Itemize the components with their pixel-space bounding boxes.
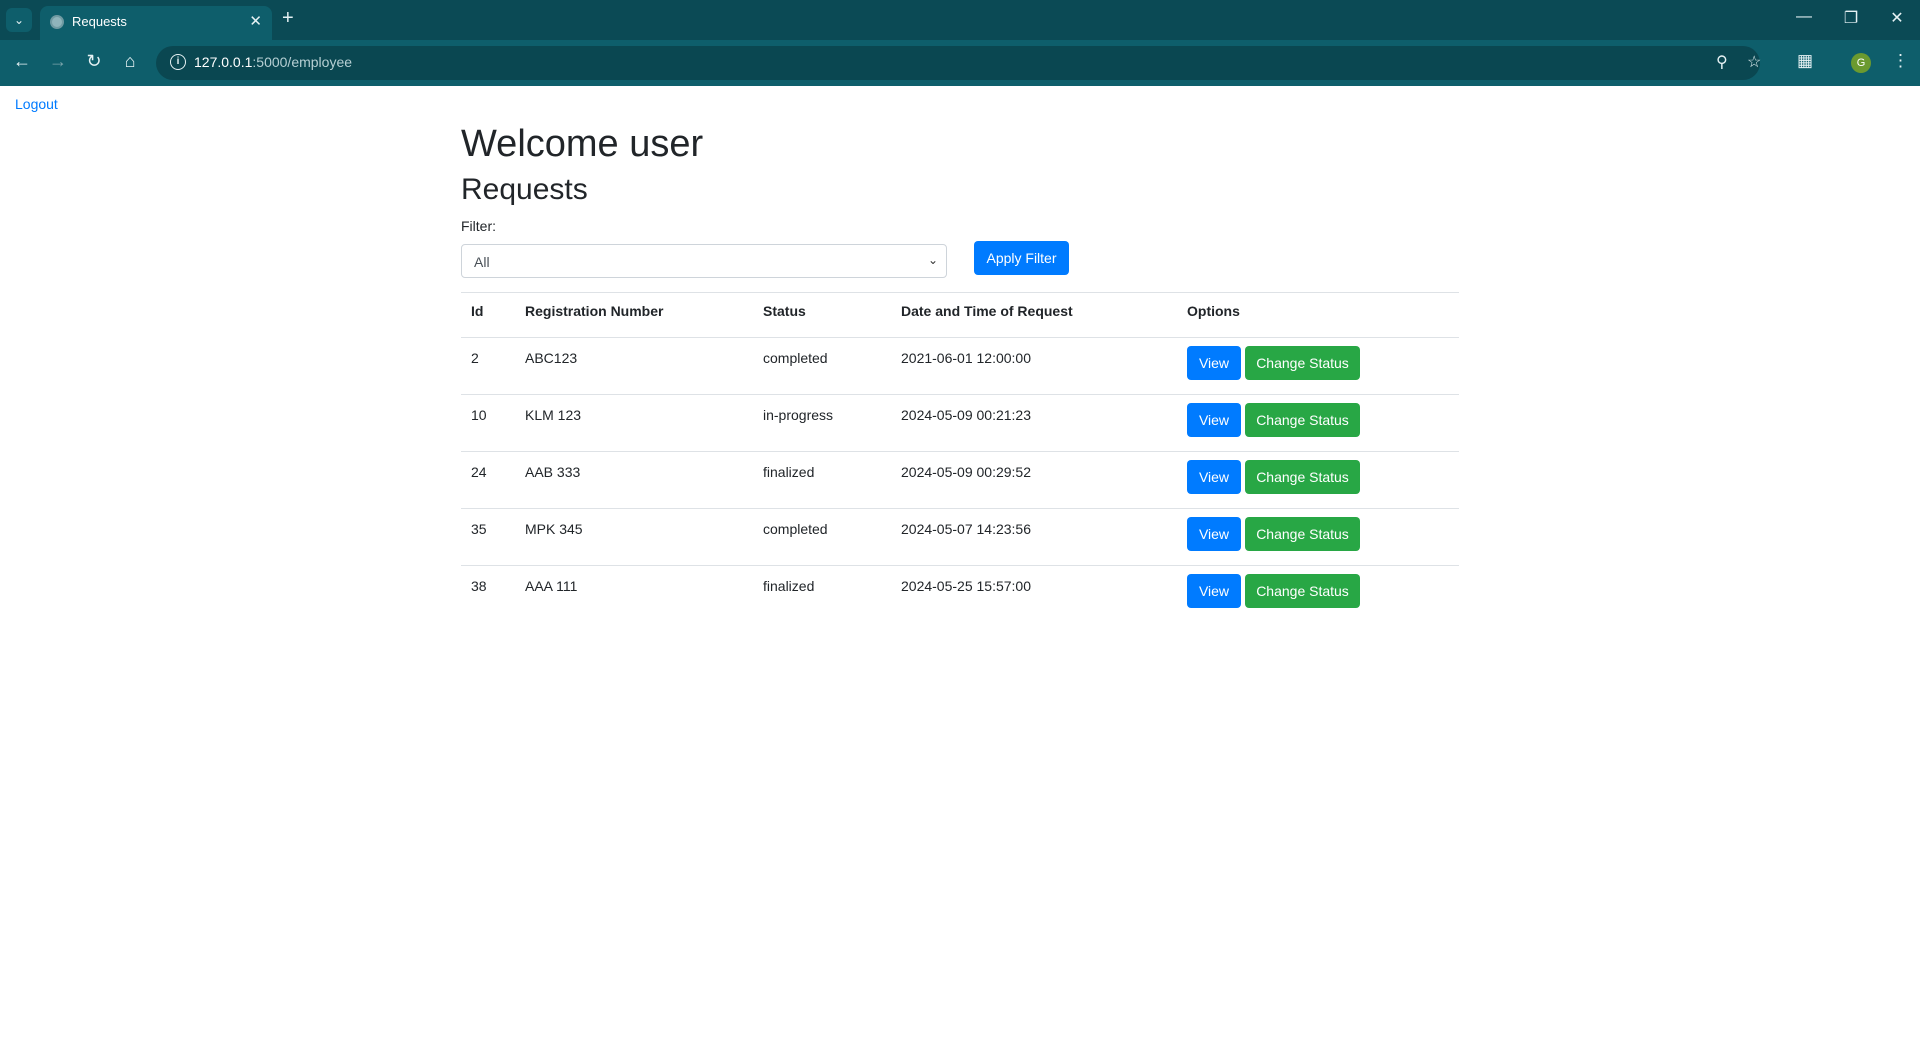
chevron-down-icon: ⌄ [927,253,938,267]
cell-registration: ABC123 [515,337,753,395]
home-icon[interactable]: ⌂ [118,51,142,72]
url-path: :5000/employee [252,54,353,70]
bookmark-star-icon[interactable]: ☆ [1747,52,1761,72]
cell-id: 38 [471,578,487,594]
cell-registration: AAB 333 [515,451,753,509]
column-header-datetime: Date and Time of Request [891,292,1177,338]
cell-datetime: 2024-05-09 00:21:23 [891,394,1177,452]
minimize-icon[interactable]: — [1789,8,1819,26]
cell-status: finalized [763,578,815,594]
view-button[interactable]: View [1187,574,1241,608]
change-status-button[interactable]: Change Status [1245,574,1360,608]
apply-filter-button[interactable]: Apply Filter [974,241,1069,275]
cell-datetime: 2024-05-25 15:57:00 [901,578,1031,594]
cell-status: finalized [753,451,891,509]
restore-icon[interactable]: ❐ [1836,8,1866,28]
tab-title: Requests [72,14,127,29]
requests-table: Id Registration Number Status Date and T… [461,292,1459,623]
table-row: 35 MPK 345 completed 2024-05-07 14:23:56… [461,508,1459,566]
cell-id: 10 [461,394,515,452]
cell-status: completed [753,337,891,395]
browser-toolbar: ← → ↻ ⌂ i 127.0.0.1:5000/employee ⚲ ☆ ▦ … [0,40,1920,86]
url-host: 127.0.0.1 [194,54,253,70]
site-info-icon[interactable]: i [170,54,186,70]
reload-icon[interactable]: ↻ [82,51,106,72]
requests-heading: Requests [461,173,588,206]
extensions-icon[interactable]: ▦ [1797,51,1813,71]
change-status-button[interactable]: Change Status [1245,403,1360,437]
table-row: 24 AAB 333 finalized 2024-05-09 00:29:52… [461,451,1459,509]
table-row: 2 ABC123 completed 2021-06-01 12:00:00 V… [461,337,1459,395]
profile-avatar[interactable]: G [1851,53,1871,73]
cell-datetime: 2021-06-01 12:00:00 [891,337,1177,395]
view-button[interactable]: View [1187,517,1241,551]
welcome-heading: Welcome user [461,123,704,165]
close-window-icon[interactable]: ✕ [1882,8,1912,28]
cell-registration: AAA 111 [525,578,578,594]
browser-tab[interactable]: Requests ✕ [40,6,272,40]
cell-options: View Change Status [1177,394,1459,452]
table-header-row: Id Registration Number Status Date and T… [461,292,1459,338]
address-bar[interactable]: i 127.0.0.1:5000/employee ⚲ ☆ [156,46,1761,80]
view-button[interactable]: View [1187,460,1241,494]
cell-options: View Change Status [1177,508,1459,566]
browser-tab-bar: ⌄ Requests ✕ + — ❐ ✕ [0,0,1920,40]
cell-id: 2 [461,337,515,395]
table-row: 38 AAA 111 finalized 2024-05-25 15:57:00… [461,566,1459,623]
back-arrow-icon[interactable]: ← [10,51,34,72]
column-header-options: Options [1177,292,1459,338]
filter-select[interactable]: All ⌄ [461,244,947,278]
page-body: Logout Welcome user Requests Filter: All… [0,86,1920,1040]
column-header-status: Status [753,292,891,338]
change-status-button[interactable]: Change Status [1245,517,1360,551]
cell-datetime: 2024-05-07 14:23:56 [891,508,1177,566]
filter-selected-value: All [474,254,490,270]
close-tab-icon[interactable]: ✕ [249,12,262,30]
cell-registration: MPK 345 [515,508,753,566]
logout-link[interactable]: Logout [15,96,58,112]
cell-options: View Change Status [1177,451,1459,509]
cell-options: View Change Status [1177,337,1459,395]
view-button[interactable]: View [1187,403,1241,437]
cell-status: completed [753,508,891,566]
column-header-id: Id [461,292,515,338]
change-status-button[interactable]: Change Status [1245,460,1360,494]
cell-datetime: 2024-05-09 00:29:52 [891,451,1177,509]
filter-label: Filter: [461,218,496,234]
globe-icon [50,15,64,29]
zoom-icon[interactable]: ⚲ [1716,52,1728,72]
menu-kebab-icon[interactable]: ⋮ [1892,51,1909,71]
url-text: 127.0.0.1:5000/employee [194,54,352,70]
cell-status: in-progress [753,394,891,452]
cell-registration: KLM 123 [515,394,753,452]
view-button[interactable]: View [1187,346,1241,380]
forward-arrow-icon[interactable]: → [46,51,70,72]
cell-id: 24 [461,451,515,509]
cell-options: View Change Status [1177,566,1459,623]
table-row: 10 KLM 123 in-progress 2024-05-09 00:21:… [461,394,1459,452]
change-status-button[interactable]: Change Status [1245,346,1360,380]
cell-id: 35 [461,508,515,566]
column-header-registration: Registration Number [515,292,753,338]
new-tab-icon[interactable]: + [282,7,294,30]
tab-search-chevron-icon[interactable]: ⌄ [6,8,32,32]
